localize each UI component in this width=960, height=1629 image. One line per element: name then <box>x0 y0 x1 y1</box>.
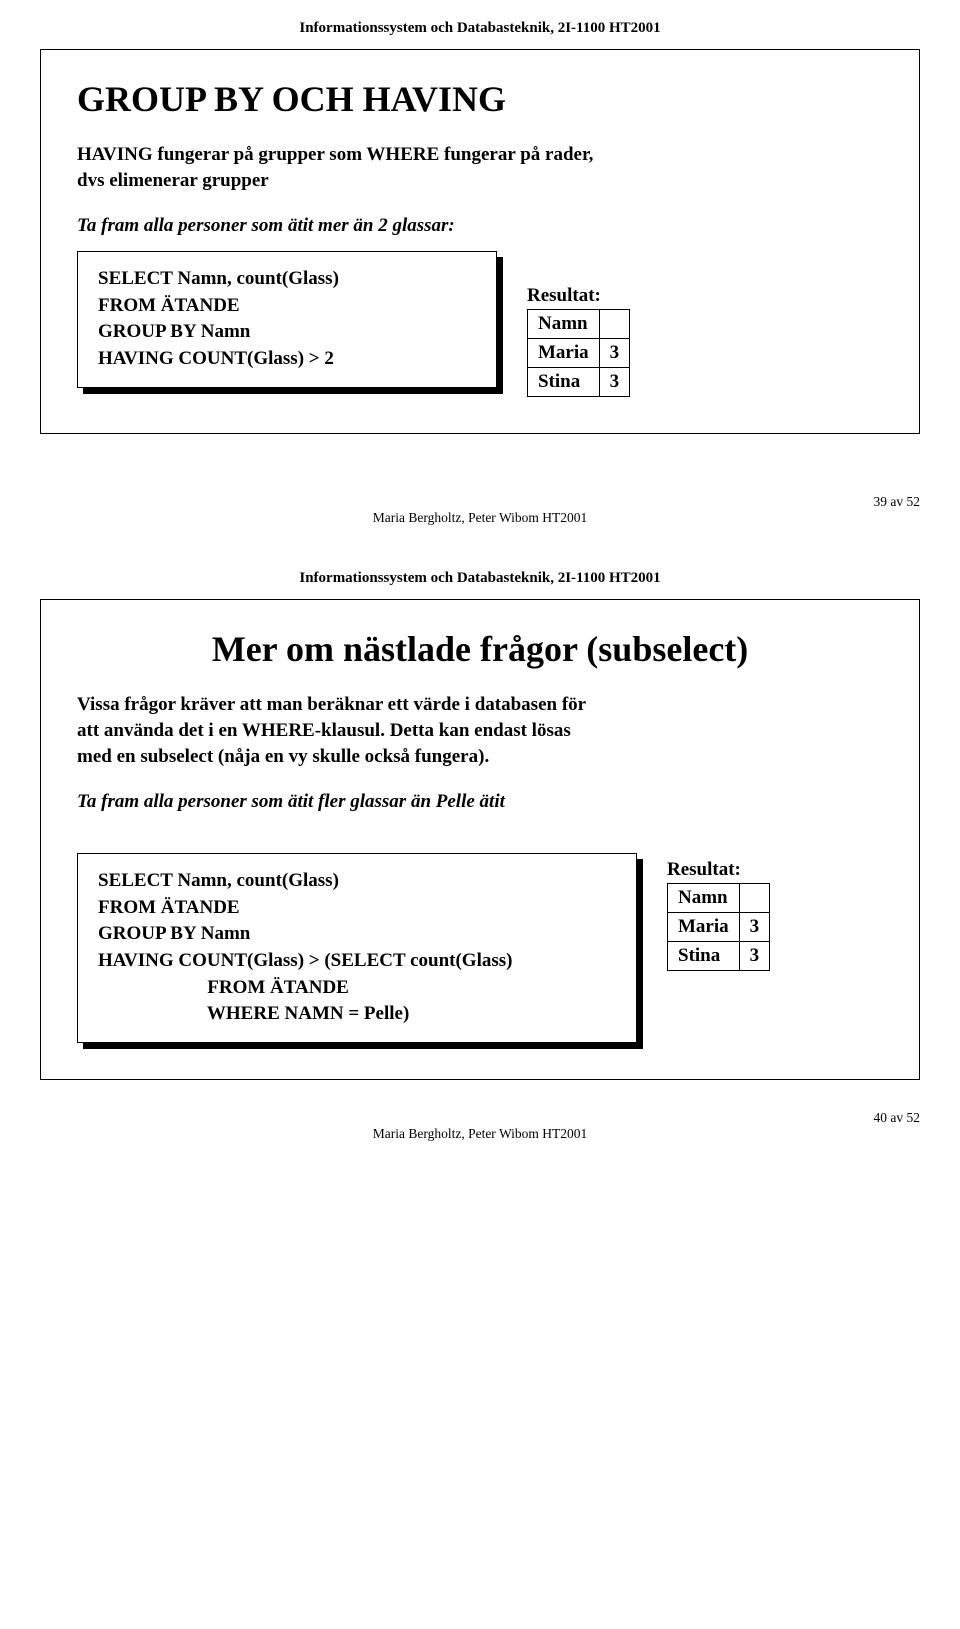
footer-row: 40 av 52 <box>40 1110 920 1126</box>
result-table: Namn Maria 3 Stina 3 <box>667 883 770 971</box>
slide-content-box: Mer om nästlade frågor (subselect) Vissa… <box>40 599 920 1079</box>
code-result-row: SELECT Namn, count(Glass) FROM ÄTANDE GR… <box>77 853 883 1043</box>
result-head-name: Namn <box>528 310 600 339</box>
code-result-row: SELECT Namn, count(Glass) FROM ÄTANDE GR… <box>77 251 883 397</box>
result-head-empty <box>739 884 770 913</box>
slide-1: Informationssystem och Databasteknik, 2I… <box>40 20 920 526</box>
doc-header: Informationssystem och Databasteknik, 2I… <box>40 20 920 37</box>
result-cell-name: Maria <box>668 913 740 942</box>
result-head-name: Namn <box>668 884 740 913</box>
footer-author-row: Maria Bergholtz, Peter Wibom HT2001 <box>40 510 920 526</box>
result-head-empty <box>599 310 630 339</box>
result-cell-val: 3 <box>599 339 630 368</box>
footer-author: Maria Bergholtz, Peter Wibom HT2001 <box>373 510 588 526</box>
result-block: Resultat: Namn Maria 3 Stina 3 <box>667 859 770 971</box>
result-cell-name: Maria <box>528 339 600 368</box>
page-number: 40 av 52 <box>874 1110 921 1126</box>
sql-code-box: SELECT Namn, count(Glass) FROM ÄTANDE GR… <box>77 251 497 387</box>
result-label: Resultat: <box>527 285 630 307</box>
footer-row: 39 av 52 <box>40 494 920 510</box>
slide-title: GROUP BY OCH HAVING <box>77 78 883 120</box>
result-cell-name: Stina <box>528 368 600 397</box>
table-row: Maria 3 <box>668 913 770 942</box>
footer-author-row: Maria Bergholtz, Peter Wibom HT2001 <box>40 1126 920 1142</box>
table-row: Stina 3 <box>668 942 770 971</box>
slide-content-box: GROUP BY OCH HAVING HAVING fungerar på g… <box>40 49 920 434</box>
slide-2: Informationssystem och Databasteknik, 2I… <box>40 570 920 1141</box>
table-row: Stina 3 <box>528 368 630 397</box>
result-cell-name: Stina <box>668 942 740 971</box>
sql-code: SELECT Namn, count(Glass) FROM ÄTANDE GR… <box>77 251 497 387</box>
table-row: Namn <box>668 884 770 913</box>
table-row: Maria 3 <box>528 339 630 368</box>
result-cell-val: 3 <box>739 942 770 971</box>
sql-code-box: SELECT Namn, count(Glass) FROM ÄTANDE GR… <box>77 853 637 1043</box>
result-block: Resultat: Namn Maria 3 Stina 3 <box>527 285 630 397</box>
result-table: Namn Maria 3 Stina 3 <box>527 309 630 397</box>
slide-prompt: Ta fram alla personer som ätit fler glas… <box>77 791 883 813</box>
slide-title: Mer om nästlade frågor (subselect) <box>77 628 883 670</box>
result-label: Resultat: <box>667 859 770 881</box>
page-number: 39 av 52 <box>874 494 921 510</box>
footer-author: Maria Bergholtz, Peter Wibom HT2001 <box>373 1126 588 1142</box>
slide-subtitle: Vissa frågor kräver att man beräknar ett… <box>77 692 883 769</box>
slide-prompt: Ta fram alla personer som ätit mer än 2 … <box>77 215 883 237</box>
result-cell-val: 3 <box>739 913 770 942</box>
table-row: Namn <box>528 310 630 339</box>
sql-code: SELECT Namn, count(Glass) FROM ÄTANDE GR… <box>77 853 637 1043</box>
doc-header: Informationssystem och Databasteknik, 2I… <box>40 570 920 587</box>
slide-subtitle: HAVING fungerar på grupper som WHERE fun… <box>77 142 883 193</box>
result-cell-val: 3 <box>599 368 630 397</box>
